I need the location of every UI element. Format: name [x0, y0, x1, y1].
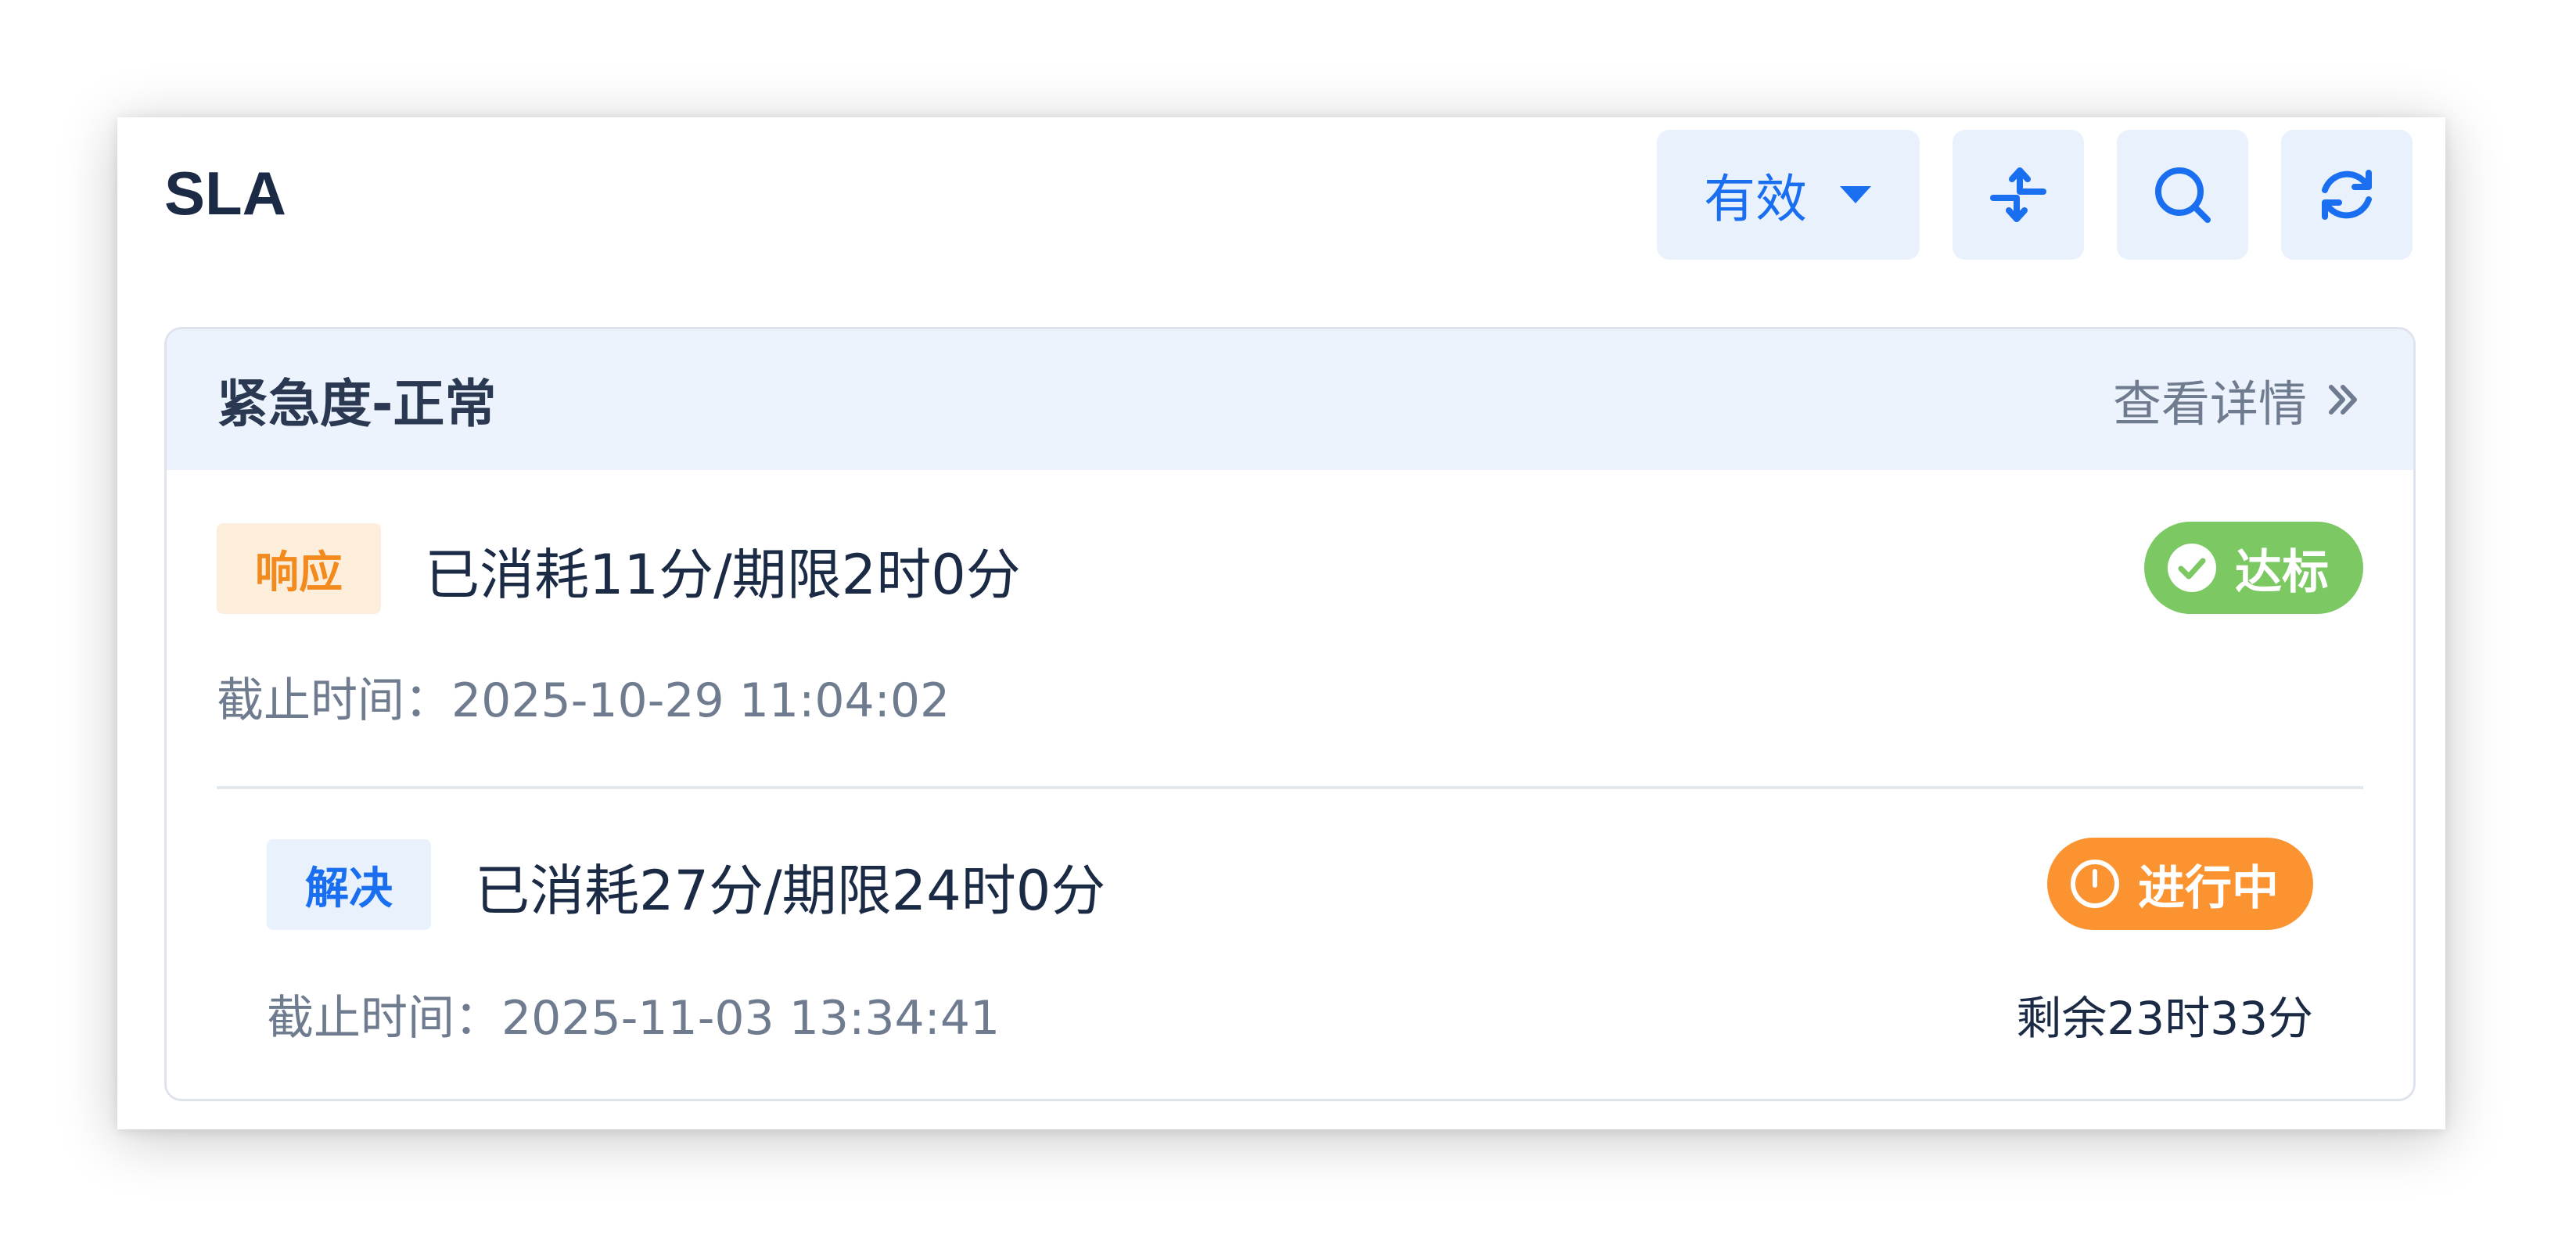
- check-circle-icon: [2168, 544, 2216, 592]
- double-chevron-right-icon: [2329, 385, 2357, 415]
- sla-panel: SLA 有效 紧急度-正常 查看详情 响应 已消耗11分/期限2时0分 达标 截…: [117, 117, 2445, 1129]
- sla-card-header: 紧急度-正常 查看详情: [167, 329, 2413, 470]
- sla-deadline: 截止时间：2025-11-03 13:34:41: [267, 991, 1001, 1046]
- status-label: 进行中: [2138, 860, 2279, 916]
- remaining-time: 剩余23时33分: [2016, 992, 2313, 1045]
- search-button[interactable]: [2117, 130, 2248, 260]
- sort-icon: [1990, 167, 2046, 222]
- sla-summary: 已消耗11分/期限2时0分: [425, 543, 1021, 607]
- sla-card-title: 紧急度-正常: [217, 374, 497, 434]
- sla-item-response: 响应 已消耗11分/期限2时0分 达标 截止时间：2025-10-29 11:0…: [167, 470, 2413, 786]
- clock-icon: [2071, 860, 2119, 908]
- status-badge: 进行中: [2047, 838, 2313, 930]
- status-filter-dropdown[interactable]: 有效: [1657, 130, 1920, 260]
- refresh-button[interactable]: [2281, 130, 2413, 260]
- sla-card: 紧急度-正常 查看详情 响应 已消耗11分/期限2时0分 达标 截止时间：202…: [164, 327, 2416, 1101]
- view-details-link[interactable]: 查看详情: [2113, 364, 2359, 435]
- search-icon: [2155, 167, 2211, 223]
- panel-title: SLA: [164, 159, 286, 228]
- sla-type-tag: 响应: [217, 523, 381, 614]
- sla-summary: 已消耗27分/期限24时0分: [475, 859, 1106, 923]
- status-badge: 达标: [2144, 522, 2363, 614]
- refresh-icon: [2322, 170, 2372, 220]
- filter-label: 有效: [1704, 169, 1807, 229]
- caret-down-icon: [1840, 186, 1871, 203]
- toolbar: 有效: [1657, 130, 2413, 260]
- sla-type-tag: 解决: [267, 839, 431, 930]
- sort-button[interactable]: [1953, 130, 2084, 260]
- status-label: 达标: [2235, 544, 2329, 600]
- sla-deadline: 截止时间：2025-10-29 11:04:02: [217, 673, 950, 728]
- view-details-label: 查看详情: [2112, 375, 2307, 433]
- sla-item-resolve: 解决 已消耗27分/期限24时0分 进行中 截止时间：2025-11-03 13…: [217, 786, 2363, 1099]
